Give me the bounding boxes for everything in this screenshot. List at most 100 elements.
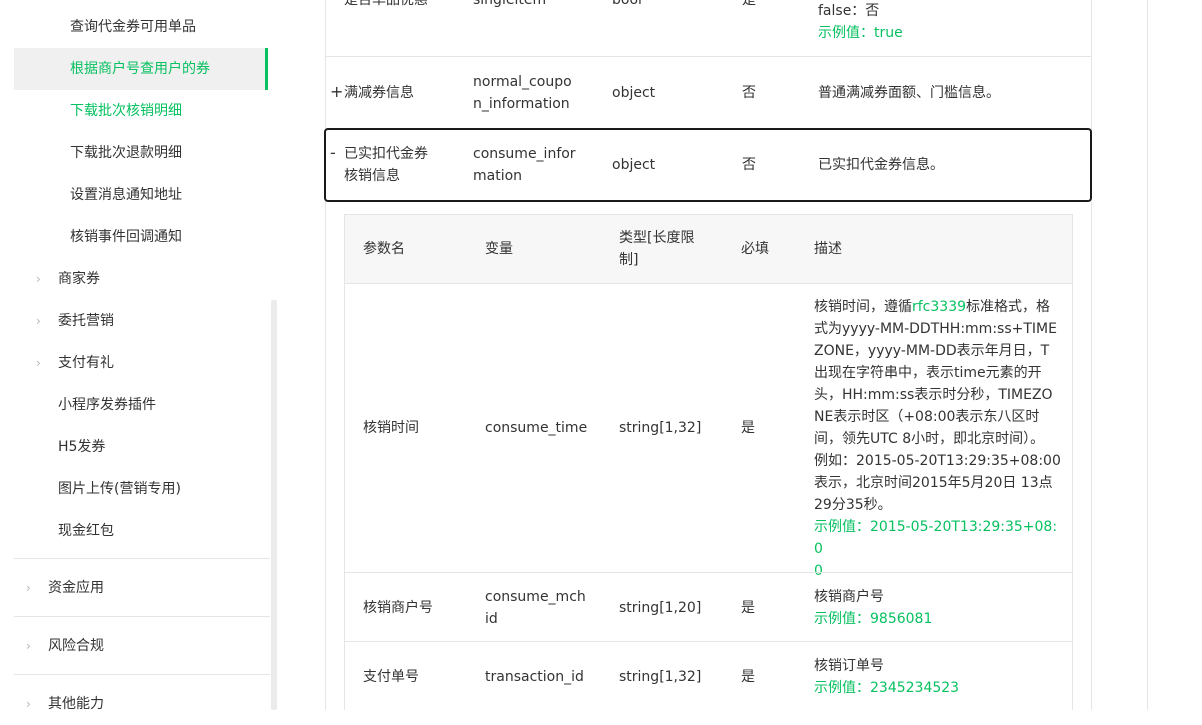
- param-desc: 普通满减券面额、门槛信息。: [818, 85, 1000, 101]
- param-desc: false：否: [818, 3, 880, 19]
- chevron-right-icon: ›: [36, 356, 41, 370]
- chevron-right-icon: ›: [36, 272, 41, 286]
- param-variable: transaction_id: [485, 669, 584, 685]
- param-desc-line: 头，HH:mm:ss表示时分秒，TIMEZO: [814, 387, 1053, 403]
- sidebar-item-h5-coupon[interactable]: H5发券: [14, 426, 268, 468]
- rfc3339-link[interactable]: rfc3339: [912, 299, 966, 315]
- param-name: 已实扣代金券 核销信息: [344, 143, 428, 187]
- param-name: 支付单号: [363, 669, 419, 685]
- param-example: 示例值：9856081: [814, 611, 933, 627]
- param-name: 是否单品优惠: [344, 0, 428, 8]
- row-divider: [345, 572, 1072, 573]
- sidebar-item-label: 资金应用: [48, 580, 104, 596]
- param-example: 示例值：2015-05-20T13:29:35+08:0: [814, 519, 1058, 557]
- sidebar-item-other-capabilities[interactable]: › 其他能力: [14, 683, 268, 725]
- focused-row-outline: [324, 128, 1092, 202]
- collapse-minus-icon[interactable]: -: [330, 142, 336, 164]
- sidebar-item-label: 支付有礼: [58, 355, 114, 371]
- sidebar-item-miniprogram-plugin[interactable]: 小程序发券插件: [14, 384, 268, 426]
- param-variable-line: consume_infor: [473, 146, 576, 162]
- sidebar-item-query-user-coupons[interactable]: 根据商户号查用户的券: [14, 48, 268, 90]
- desc-text: 核销时间，遵循: [814, 299, 912, 315]
- param-desc-line: 核销订单号: [814, 658, 884, 674]
- sidebar-item-label: 风险合规: [48, 638, 104, 654]
- param-desc-line: NE表示时区（+08:00表示东八区时: [814, 409, 1040, 425]
- chevron-right-icon: ›: [26, 697, 31, 711]
- chevron-right-icon: ›: [26, 581, 31, 595]
- header-param-name: 参数名: [363, 241, 405, 257]
- param-desc-line: 间，领先UTC 8小时，即北京时间）。: [814, 431, 1045, 447]
- row-divider: [345, 283, 1072, 284]
- sidebar-item-label: 商家券: [58, 271, 100, 287]
- sidebar-item-download-refund-detail[interactable]: 下载批次退款明细: [14, 132, 268, 174]
- param-required: 是: [741, 420, 755, 436]
- header-required: 必填: [741, 241, 769, 257]
- param-example: 0: [814, 563, 823, 579]
- sidebar-divider: [14, 616, 270, 617]
- param-type: object: [612, 157, 656, 173]
- chevron-right-icon: ›: [26, 639, 31, 653]
- table-border: [325, 0, 326, 710]
- sidebar-item-risk-compliance[interactable]: › 风险合规: [14, 625, 268, 667]
- sidebar-item-fund-apps[interactable]: › 资金应用: [14, 567, 268, 609]
- param-desc-line: 29分35秒。: [814, 497, 892, 513]
- param-desc-line: ZONE，yyyy-MM-DD表示年月日，T: [814, 343, 1050, 359]
- nested-param-table: 参数名 变量 类型[长度限 制] 必填 描述 核销时间 consume_time…: [344, 214, 1073, 710]
- table-header: [345, 215, 1072, 283]
- sidebar-item-query-coupon-items[interactable]: 查询代金券可用单品: [14, 6, 268, 48]
- param-type: object: [612, 85, 656, 101]
- param-desc-line: 核销时间，遵循rfc3339标准格式，格: [814, 296, 1064, 318]
- param-variable: consume_infor mation: [473, 143, 576, 187]
- sidebar-item-merchant-coupon[interactable]: › 商家券: [14, 258, 268, 300]
- param-required: 是: [741, 600, 755, 616]
- param-name-line: 已实扣代金券: [344, 146, 428, 162]
- sidebar-item-pay-gift[interactable]: › 支付有礼: [14, 342, 268, 384]
- header-type-line: 类型[长度限: [619, 230, 695, 246]
- sidebar-scrollbar[interactable]: [271, 300, 277, 710]
- sidebar-item-entrusted-marketing[interactable]: › 委托营销: [14, 300, 268, 342]
- param-desc-line: 表示，北京时间2015年5月20日 13点: [814, 475, 1053, 491]
- param-example: 示例值：2345234523: [814, 680, 960, 696]
- sidebar-item-cash-redpacket[interactable]: 现金红包: [14, 510, 268, 552]
- header-type: 类型[长度限 制]: [619, 227, 694, 271]
- param-desc: 核销订单号 示例值：2345234523: [814, 655, 959, 699]
- sidebar-item-image-upload[interactable]: 图片上传(营销专用): [14, 468, 268, 510]
- table-border: [1091, 0, 1092, 710]
- param-variable: consume_mch id: [485, 586, 586, 630]
- param-variable-line: n_information: [473, 96, 570, 112]
- row-divider: [345, 641, 1072, 642]
- content-right-edge: [1147, 0, 1148, 710]
- sidebar-item-use-callback[interactable]: 核销事件回调通知: [14, 216, 268, 258]
- param-name: 核销时间: [363, 420, 419, 436]
- param-required: 否: [742, 157, 756, 173]
- param-name: 核销商户号: [363, 600, 433, 616]
- param-desc-line: 式为yyyy-MM-DDTHH:mm:ss+TIME: [814, 321, 1057, 337]
- sidebar-divider: [14, 674, 270, 675]
- sidebar-item-label: 委托营销: [58, 313, 114, 329]
- param-example: 示例值：true: [818, 25, 903, 41]
- param-desc-line: 出现在字符串中，表示time元素的开: [814, 365, 1042, 381]
- param-name: 满减券信息: [344, 85, 414, 101]
- param-desc-line: 核销商户号: [814, 589, 884, 605]
- row-divider: [325, 56, 1092, 57]
- param-type: bool: [612, 0, 642, 8]
- sidebar-item-set-notify-url[interactable]: 设置消息通知地址: [14, 174, 268, 216]
- desc-text: 标准格式，格: [966, 299, 1051, 315]
- param-required: 是: [741, 669, 755, 685]
- expand-plus-icon[interactable]: +: [330, 81, 343, 103]
- param-required: 否: [742, 85, 756, 101]
- param-name-line: 核销信息: [344, 168, 400, 184]
- sidebar-nav: 查询代金券可用单品 根据商户号查用户的券 下载批次核销明细 下载批次退款明细 设…: [0, 0, 278, 712]
- header-desc: 描述: [814, 241, 842, 257]
- param-variable-line: id: [485, 611, 498, 627]
- sidebar-item-download-use-detail[interactable]: 下载批次核销明细: [14, 90, 268, 132]
- param-desc: 核销时间，遵循rfc3339标准格式，格 式为yyyy-MM-DDTHH:mm:…: [814, 296, 1064, 582]
- param-type: string[1,20]: [619, 600, 702, 616]
- header-variable: 变量: [485, 241, 513, 257]
- param-required: 是: [742, 0, 756, 8]
- param-variable: singleitem: [473, 0, 547, 8]
- param-variable-line: consume_mch: [485, 589, 586, 605]
- chevron-right-icon: ›: [36, 314, 41, 328]
- sidebar-divider: [14, 558, 270, 559]
- param-variable-line: normal_coupo: [473, 74, 572, 90]
